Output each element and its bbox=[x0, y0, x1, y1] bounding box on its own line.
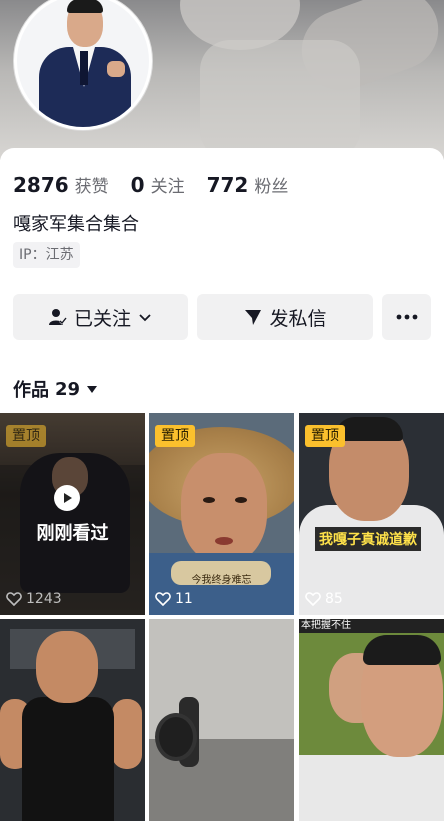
stat-label: 关注 bbox=[150, 177, 185, 197]
pinned-badge: 置顶 bbox=[305, 425, 345, 447]
heart-icon bbox=[305, 592, 321, 606]
scene-arm bbox=[112, 699, 142, 769]
scene-hair bbox=[363, 635, 441, 665]
like-count: 11 bbox=[155, 591, 193, 607]
scene-face bbox=[36, 631, 98, 703]
stat-number: 0 bbox=[130, 173, 145, 197]
avatar-thumb bbox=[107, 61, 125, 77]
send-icon bbox=[245, 310, 262, 325]
send-message-button[interactable]: 发私信 bbox=[197, 294, 373, 340]
followed-button[interactable]: 已关注 bbox=[13, 294, 188, 340]
heart-icon bbox=[155, 592, 171, 606]
scene-hair bbox=[335, 417, 403, 441]
avatar[interactable] bbox=[14, 0, 152, 130]
profile-name: 嘎家军集合集合 bbox=[13, 214, 139, 235]
stat-followers[interactable]: 772 粉丝 bbox=[207, 172, 289, 197]
scene-shirt bbox=[299, 755, 444, 821]
like-count: 1243 bbox=[6, 591, 62, 607]
send-message-label: 发私信 bbox=[269, 307, 327, 330]
stat-likes[interactable]: 2876 获赞 bbox=[13, 172, 109, 197]
video-thumbnail[interactable]: 本把握不住 bbox=[299, 619, 444, 821]
like-count-value: 85 bbox=[325, 591, 343, 607]
heart-icon bbox=[6, 592, 22, 606]
video-thumbnail[interactable] bbox=[149, 619, 294, 821]
video-thumbnail[interactable]: 我嘎子真诚道歉 置顶 85 bbox=[299, 413, 444, 615]
stat-number: 2876 bbox=[13, 173, 69, 197]
avatar-hair bbox=[67, 0, 103, 13]
stats-row: 2876 获赞 0 关注 772 粉丝 bbox=[13, 172, 310, 197]
video-caption: 今我终身难忘 bbox=[191, 575, 252, 586]
cover-shape bbox=[200, 40, 360, 160]
video-thumbnail[interactable]: 置顶 刚刚看过 1243 bbox=[0, 413, 145, 615]
works-tab[interactable]: 作品 29 bbox=[13, 376, 98, 402]
like-count-value: 1243 bbox=[26, 591, 62, 607]
profile-card: 2876 获赞 0 关注 772 粉丝 嘎家军集合集合 IP：江苏 已关注 发私… bbox=[0, 148, 444, 821]
scene-tire bbox=[155, 713, 197, 761]
video-thumbnail[interactable]: 今我终身难忘 置顶 11 bbox=[149, 413, 294, 615]
scene-eye bbox=[203, 497, 215, 503]
pinned-badge: 置顶 bbox=[6, 425, 46, 447]
user-check-icon bbox=[48, 309, 67, 325]
scene-tank-top bbox=[22, 697, 114, 821]
stat-label: 获赞 bbox=[74, 177, 109, 197]
video-thumbnail[interactable] bbox=[0, 619, 145, 821]
stat-following[interactable]: 0 关注 bbox=[131, 172, 185, 197]
scene-face bbox=[181, 453, 267, 563]
works-count: 29 bbox=[55, 378, 81, 400]
pinned-badge: 置顶 bbox=[155, 425, 195, 447]
video-caption: 我嘎子真诚道歉 bbox=[315, 527, 421, 551]
scene-mouth bbox=[215, 537, 233, 545]
caret-down-icon bbox=[87, 386, 98, 393]
more-button[interactable] bbox=[382, 294, 431, 340]
stat-number: 772 bbox=[206, 173, 249, 197]
like-count: 85 bbox=[305, 591, 343, 607]
ip-location-badge: IP：江苏 bbox=[13, 242, 80, 268]
like-count-value: 11 bbox=[175, 591, 193, 607]
action-buttons: 已关注 发私信 bbox=[13, 294, 431, 340]
video-caption: 本把握不住 bbox=[299, 619, 444, 633]
more-dots-icon bbox=[396, 314, 417, 320]
chevron-down-icon bbox=[139, 314, 151, 322]
recently-watched-label: 刚刚看过 bbox=[36, 523, 109, 544]
followed-button-label: 已关注 bbox=[73, 307, 131, 330]
avatar-tie bbox=[80, 51, 88, 85]
scene-eye bbox=[235, 497, 247, 503]
stat-label: 粉丝 bbox=[254, 177, 289, 197]
works-label: 作品 bbox=[13, 380, 49, 401]
play-icon bbox=[54, 485, 80, 511]
